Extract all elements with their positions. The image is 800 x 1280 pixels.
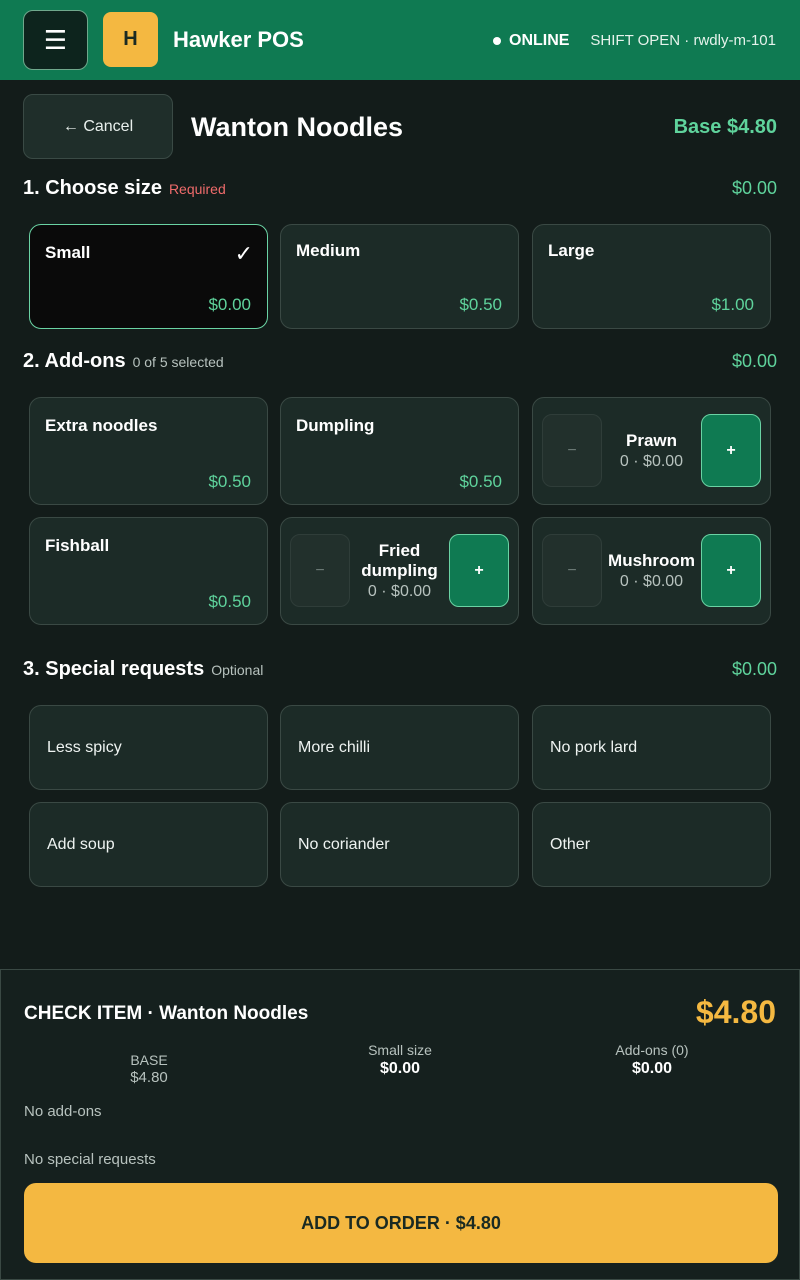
online-status-label: ONLINE xyxy=(509,32,570,49)
summary-addons-label: Add-ons (0) xyxy=(615,1042,689,1058)
increment-button[interactable]: + xyxy=(701,414,761,487)
summary-addons-value: $0.00 xyxy=(631,1060,673,1077)
addons-section-header: 2. Add-ons 0 of 5 selected $0.00 xyxy=(23,350,777,380)
stepper-info: Prawn 0 · $0.00 xyxy=(602,398,701,504)
size-option-medium[interactable]: Medium $0.50 xyxy=(280,224,519,329)
addon-price: $0.50 xyxy=(459,472,502,491)
size-section-amount: $0.00 xyxy=(731,178,777,198)
summary-size-value: $0.00 xyxy=(379,1060,421,1077)
size-option-name: Medium xyxy=(296,241,361,260)
size-option-large[interactable]: Large $1.00 xyxy=(532,224,771,329)
item-title: Wanton Noodles xyxy=(191,112,403,142)
addon-name: Fishball xyxy=(45,536,110,555)
addon-mushroom-stepper: − Mushroom 0 · $0.00 + xyxy=(532,517,771,625)
addon-price: $0.50 xyxy=(208,472,251,491)
increment-button[interactable]: + xyxy=(701,534,761,607)
menu-button[interactable]: ☰ xyxy=(23,10,88,70)
addon-name: Extra noodles xyxy=(45,416,158,435)
request-option[interactable]: Other xyxy=(532,802,771,887)
summary-base-label: BASE xyxy=(130,1052,168,1068)
stepper-info: Fried dumpling 0 · $0.00 xyxy=(350,518,449,624)
request-option[interactable]: No pork lard xyxy=(532,705,771,790)
size-option-price: $0.50 xyxy=(459,295,502,314)
size-section-title: 1. Choose size xyxy=(23,177,162,199)
minus-icon: − xyxy=(567,561,577,579)
summary-size-label: Small size xyxy=(368,1042,432,1058)
size-option-small[interactable]: Small ✓ $0.00 xyxy=(29,224,268,329)
summary-title: CHECK ITEM · Wanton Noodles xyxy=(24,1003,309,1024)
size-option-name: Large xyxy=(548,241,595,260)
check-icon: ✓ xyxy=(234,241,253,266)
increment-button[interactable]: + xyxy=(449,534,509,607)
addon-fishball[interactable]: Fishball $0.50 xyxy=(29,517,268,625)
plus-icon: + xyxy=(726,561,736,579)
size-section-header: 1. Choose size Required $0.00 xyxy=(23,177,777,207)
addon-extra-noodles[interactable]: Extra noodles $0.50 xyxy=(29,397,268,505)
request-option[interactable]: More chilli xyxy=(280,705,519,790)
requests-section-amount: $0.00 xyxy=(731,659,777,679)
minus-icon: − xyxy=(567,441,577,459)
addon-name: Fried dumpling xyxy=(361,541,438,580)
stepper-info: Mushroom 0 · $0.00 xyxy=(602,518,701,624)
app-title: Hawker POS xyxy=(173,27,304,52)
required-badge: Required xyxy=(168,181,226,197)
addon-price: $0.50 xyxy=(208,592,251,611)
addons-section-title: 2. Add-ons xyxy=(23,350,126,372)
addon-name: Mushroom xyxy=(608,551,695,570)
summary-base-value: $4.80 xyxy=(130,1069,168,1086)
addon-quantity-price: 0 · $0.00 xyxy=(619,453,684,470)
addon-name: Dumpling xyxy=(296,416,375,435)
addon-dumpling[interactable]: Dumpling $0.50 xyxy=(280,397,519,505)
plus-icon: + xyxy=(726,441,736,459)
status-dot-icon xyxy=(493,37,501,45)
addon-quantity-price: 0 · $0.00 xyxy=(619,573,684,590)
cancel-button[interactable]: ← Cancel xyxy=(23,94,173,159)
summary-size: Small size $0.00 xyxy=(300,1042,500,1078)
request-option[interactable]: Add soup xyxy=(29,802,268,887)
logo-letter: H xyxy=(123,28,138,50)
plus-icon: + xyxy=(474,561,484,579)
summary-addons: Add-ons (0) $0.00 xyxy=(552,1042,752,1078)
request-option[interactable]: No coriander xyxy=(280,802,519,887)
minus-icon: − xyxy=(315,561,325,579)
addon-prawn-stepper: − Prawn 0 · $0.00 + xyxy=(532,397,771,505)
addon-quantity-price: 0 · $0.00 xyxy=(367,583,432,600)
request-option[interactable]: Less spicy xyxy=(29,705,268,790)
hamburger-icon: ☰ xyxy=(43,24,68,55)
addons-section-amount: $0.00 xyxy=(731,351,777,371)
summary-requests-line: No special requests xyxy=(24,1151,156,1168)
top-bar: ☰ H Hawker POS ONLINE SHIFT OPEN · rwdly… xyxy=(0,0,800,80)
summary-addons-line: No add-ons xyxy=(24,1103,102,1120)
online-status: ONLINE xyxy=(493,32,569,50)
size-option-price: $0.00 xyxy=(208,295,251,314)
decrement-button[interactable]: − xyxy=(542,414,602,487)
requests-section-title: 3. Special requests xyxy=(23,658,205,680)
addon-fried-dumpling-stepper: − Fried dumpling 0 · $0.00 + xyxy=(280,517,519,625)
requests-section-header: 3. Special requests Optional $0.00 xyxy=(23,658,777,688)
size-option-price: $1.00 xyxy=(711,295,754,314)
addon-name: Prawn xyxy=(625,431,678,450)
decrement-button[interactable]: − xyxy=(542,534,602,607)
summary-total: $4.80 xyxy=(695,994,776,1030)
summary-base: BASE $4.80 xyxy=(49,1052,249,1086)
base-price: Base $4.80 xyxy=(673,116,777,138)
add-to-order-button[interactable]: ADD TO ORDER · $4.80 xyxy=(24,1183,778,1263)
app-logo: H xyxy=(103,12,158,67)
optional-badge: Optional xyxy=(211,662,264,678)
decrement-button[interactable]: − xyxy=(290,534,350,607)
addons-selected-count: 0 of 5 selected xyxy=(132,354,224,370)
size-option-name: Small xyxy=(45,243,91,262)
order-summary-panel: CHECK ITEM · Wanton Noodles $4.80 BASE $… xyxy=(0,969,800,1280)
shift-status: SHIFT OPEN · rwdly-m-101 xyxy=(590,32,776,49)
